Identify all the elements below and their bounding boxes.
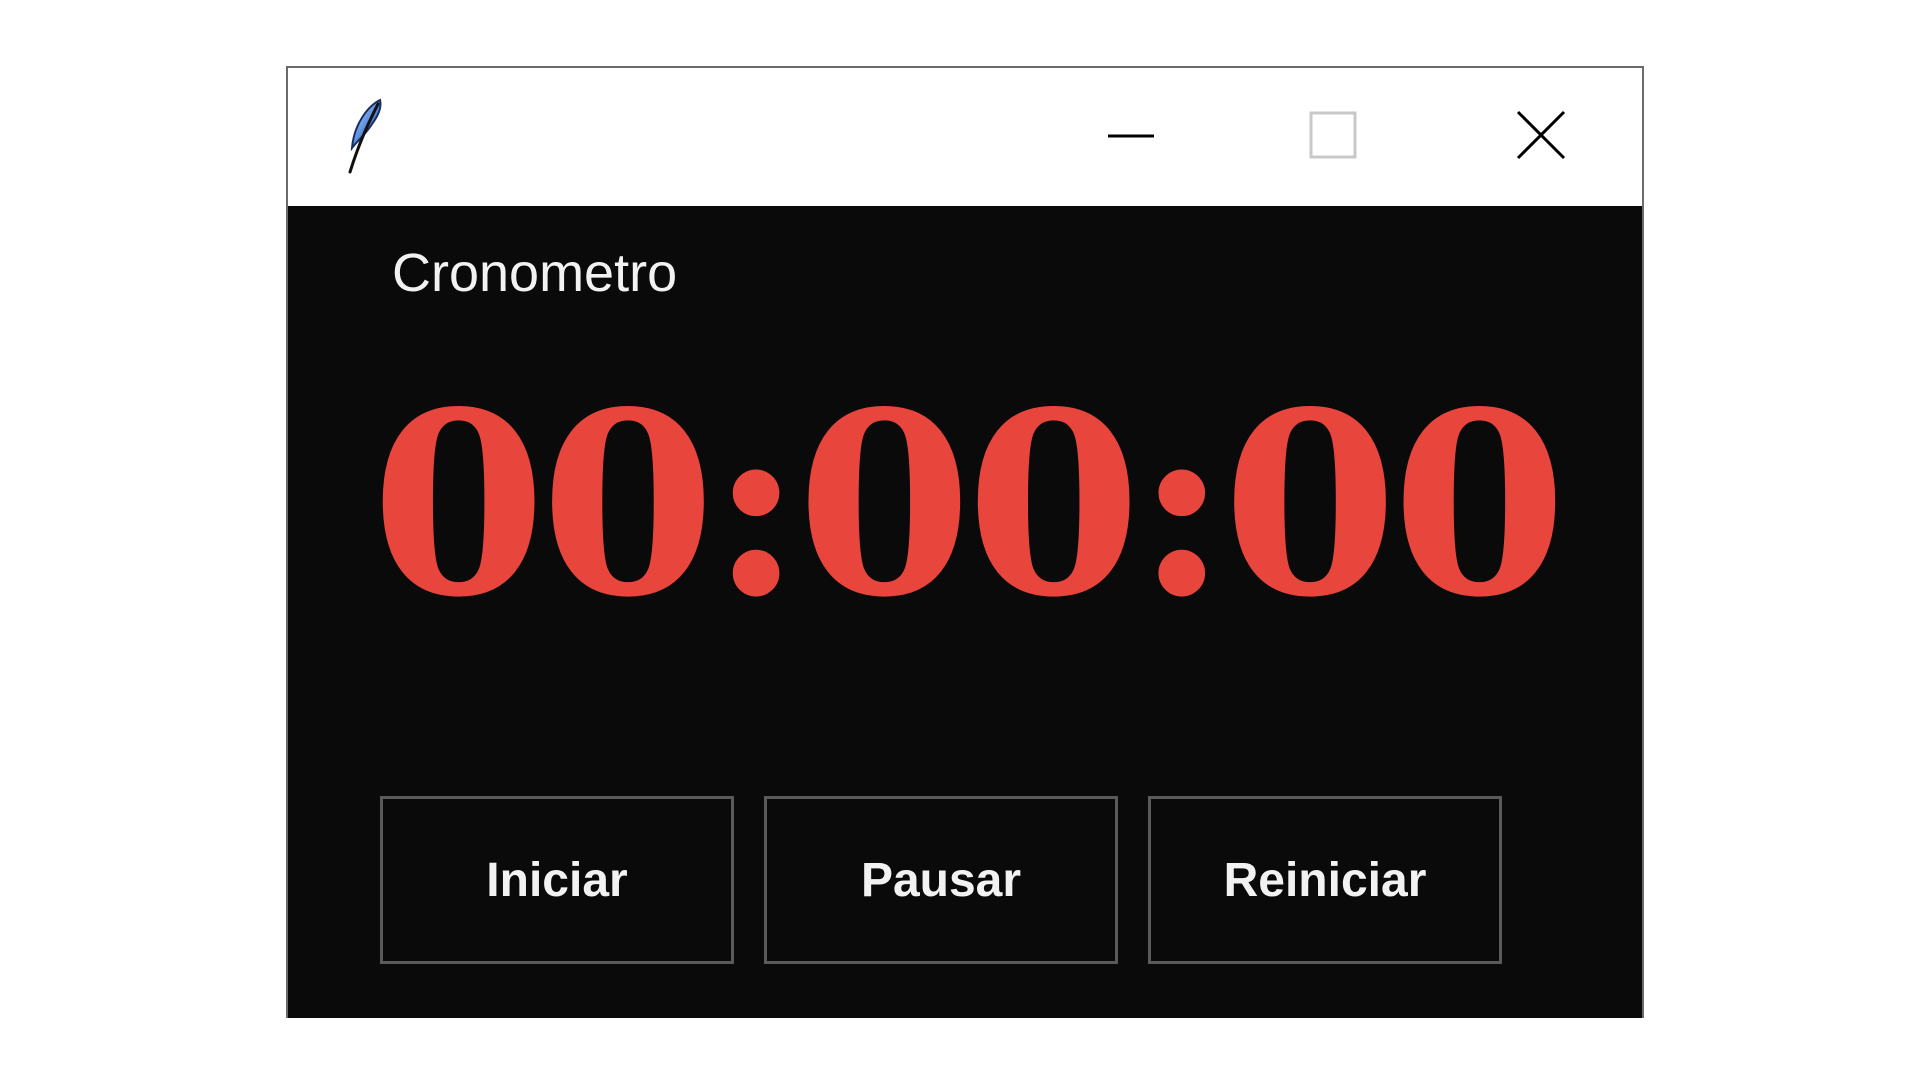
close-icon xyxy=(1515,109,1567,166)
pause-button[interactable]: Pausar xyxy=(764,796,1118,964)
title-bar[interactable] xyxy=(288,68,1642,206)
minimize-icon xyxy=(1106,128,1156,146)
feather-icon xyxy=(340,96,390,176)
maximize-icon xyxy=(1309,111,1357,164)
client-area: Cronometro 00:00:00 Iniciar Pausar Reini… xyxy=(288,206,1642,1018)
maximize-button[interactable] xyxy=(1238,68,1428,206)
stopwatch-title: Cronometro xyxy=(392,243,678,303)
time-display: 00:00:00 xyxy=(370,357,1567,653)
close-button[interactable] xyxy=(1446,68,1636,206)
app-window: Cronometro 00:00:00 Iniciar Pausar Reini… xyxy=(286,66,1644,1018)
minimize-button[interactable] xyxy=(1036,68,1226,206)
start-button[interactable]: Iniciar xyxy=(380,796,734,964)
reset-button[interactable]: Reiniciar xyxy=(1148,796,1502,964)
